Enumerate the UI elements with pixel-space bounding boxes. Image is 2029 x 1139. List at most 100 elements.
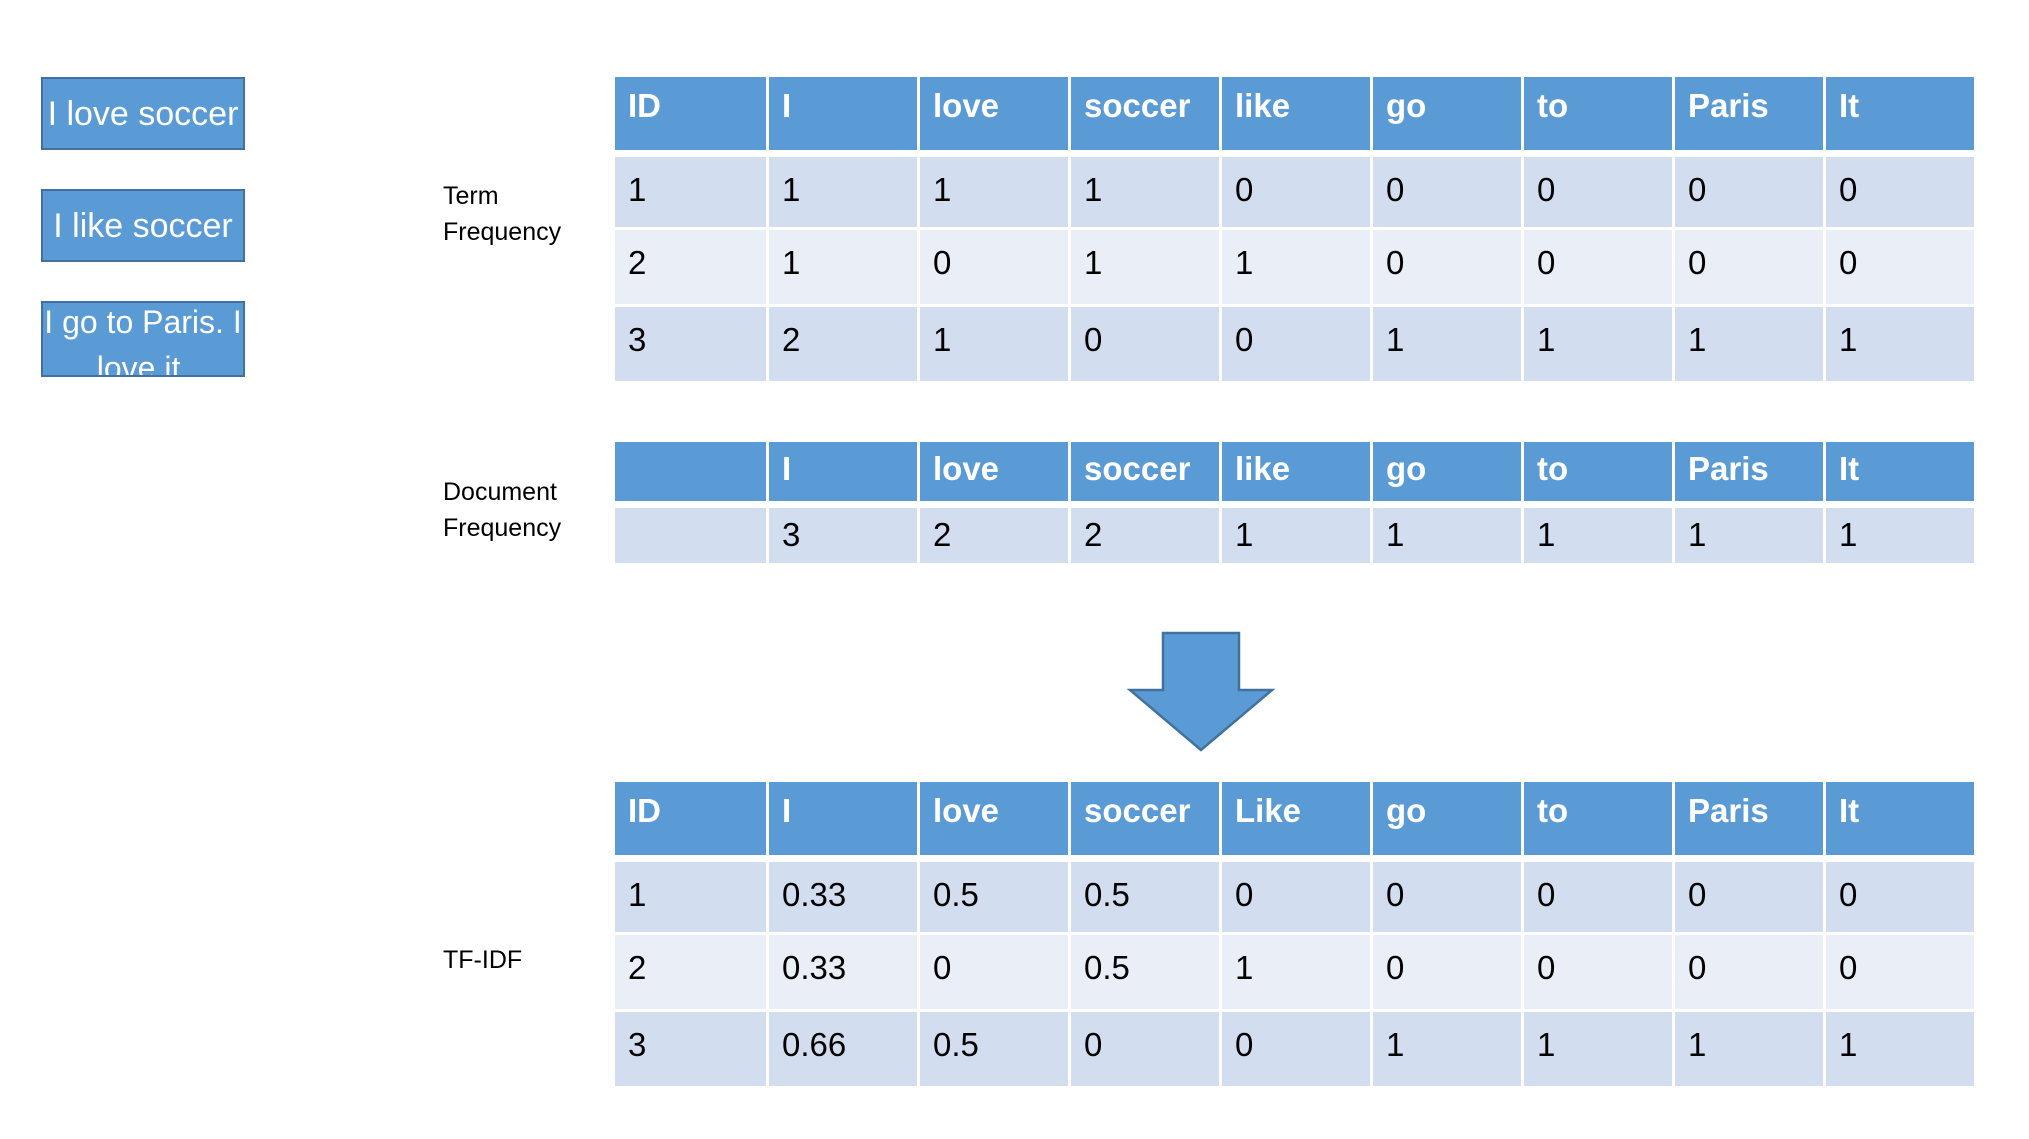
table-cell: 0 <box>1373 230 1521 304</box>
label-line: Frequency <box>443 514 562 542</box>
header-row: ID Ilove soccer Like go to Paris It <box>615 782 1974 855</box>
table-cell: 0 <box>1675 153 1823 227</box>
column-header: to <box>1524 77 1672 150</box>
table-cell: 0 <box>1373 153 1521 227</box>
table-cell: 1 <box>1826 307 1974 381</box>
document-box-3: I go to Paris. I love it. <box>41 301 245 377</box>
table-cell: 1 <box>1373 504 1521 563</box>
table-cell: 0 <box>1524 230 1672 304</box>
table-cell: 0 <box>1675 230 1823 304</box>
table-cell: 0 <box>1373 935 1521 1009</box>
column-header: It <box>1826 77 1974 150</box>
column-header: soccer <box>1071 77 1219 150</box>
label-line: Document <box>443 478 557 506</box>
table-cell: 2 <box>1071 504 1219 563</box>
down-arrow-icon <box>1126 631 1276 752</box>
tfidf-label: TF-IDF <box>443 946 523 974</box>
table-row: 3 0.66 0.5 0 0 1 1 1 1 <box>615 1012 1974 1086</box>
header-row: ID Ilove soccer like go to Paris It <box>615 77 1974 150</box>
table-cell: 0 <box>920 230 1068 304</box>
column-header: love <box>920 442 1068 501</box>
table-cell: 0 <box>1373 858 1521 932</box>
table-row: 1 0.33 0.5 0.5 0 0 0 0 0 <box>615 858 1974 932</box>
column-header: like <box>1222 442 1370 501</box>
column-header: go <box>1373 442 1521 501</box>
table-cell: 0 <box>1675 935 1823 1009</box>
table-cell <box>615 504 766 563</box>
column-header: Paris <box>1675 77 1823 150</box>
document-frequency-label: Document Frequency <box>443 474 561 546</box>
table-cell: 0 <box>1524 153 1672 227</box>
table-cell: 0 <box>920 935 1068 1009</box>
table-cell: 0 <box>1675 858 1823 932</box>
table-row: 210110000 <box>615 230 1974 304</box>
column-header <box>615 442 766 501</box>
column-header: go <box>1373 782 1521 855</box>
table-row: 32211111 <box>615 504 1974 563</box>
table-cell: 1 <box>769 230 917 304</box>
column-header: like <box>1222 77 1370 150</box>
column-header: ID <box>615 77 766 150</box>
column-header: It <box>1826 442 1974 501</box>
document-box-2: I like soccer <box>41 189 245 262</box>
table-cell: 3 <box>615 1012 766 1086</box>
table-cell: 1 <box>615 153 766 227</box>
document-text: I love soccer <box>47 94 239 133</box>
table-cell: 1 <box>1675 307 1823 381</box>
table-cell: 0 <box>1071 307 1219 381</box>
table-cell: 3 <box>615 307 766 381</box>
table-cell: 1 <box>1524 1012 1672 1086</box>
term-frequency-label: Term Frequency <box>443 178 561 250</box>
column-header: ID <box>615 782 766 855</box>
table-cell: 0 <box>1222 307 1370 381</box>
label-line: Term <box>443 182 499 210</box>
table-cell: 1 <box>1222 230 1370 304</box>
table-cell: 0 <box>1524 858 1672 932</box>
table-cell: 1 <box>1071 230 1219 304</box>
table-cell: 1 <box>1826 504 1974 563</box>
column-header: Paris <box>1675 782 1823 855</box>
table-cell: 2 <box>769 307 917 381</box>
document-frequency-table: Ilove soccer like go to Paris It 3 2 2 1 1 1 1 1 <box>612 439 1977 566</box>
column-header: Like <box>1222 782 1370 855</box>
document-text: I like soccer <box>53 206 233 245</box>
table-cell: 0 <box>1222 153 1370 227</box>
table-cell: 0.5 <box>1071 858 1219 932</box>
table-cell: 0.33 <box>769 858 917 932</box>
term-frequency-table: ID Ilove soccer like go to Paris It 1 1 1 1 0 0 0 0 0 2 1 0… <box>612 74 1977 384</box>
header-row: Ilove soccer like go to Paris It <box>615 442 1974 501</box>
table-cell: 0 <box>1826 230 1974 304</box>
document-box-1: I love soccer <box>41 77 245 150</box>
column-header: to <box>1524 782 1672 855</box>
column-header: love <box>920 77 1068 150</box>
table-cell: 0.5 <box>1071 935 1219 1009</box>
table-cell: 2 <box>615 230 766 304</box>
column-header: to <box>1524 442 1672 501</box>
table-cell: 1 <box>1524 504 1672 563</box>
table-row: 2 0.33 0 0.5 1 0 0 0 0 <box>615 935 1974 1009</box>
table-cell: 0.33 <box>769 935 917 1009</box>
table-cell: 1 <box>1675 1012 1823 1086</box>
table-cell: 2 <box>615 935 766 1009</box>
table-cell: 0 <box>1222 1012 1370 1086</box>
column-header: It <box>1826 782 1974 855</box>
table-cell: 0.5 <box>920 1012 1068 1086</box>
table-cell: 0 <box>1826 153 1974 227</box>
table-cell: 1 <box>1071 153 1219 227</box>
table-cell: 1 <box>1373 307 1521 381</box>
column-header: I <box>769 442 917 501</box>
column-header: love <box>920 782 1068 855</box>
column-header: I <box>769 782 917 855</box>
table-cell: 2 <box>920 504 1068 563</box>
column-header: Paris <box>1675 442 1823 501</box>
table-cell: 0 <box>1222 858 1370 932</box>
table-cell: 0.66 <box>769 1012 917 1086</box>
table-cell: 3 <box>769 504 917 563</box>
table-cell: 1 <box>1222 504 1370 563</box>
table-cell: 1 <box>920 153 1068 227</box>
table-cell: 1 <box>1222 935 1370 1009</box>
table-cell: 1 <box>1826 1012 1974 1086</box>
table-cell: 1 <box>920 307 1068 381</box>
table-cell: 0 <box>1071 1012 1219 1086</box>
tfidf-table: ID Ilove soccer Like go to Paris It 1 0.33 0.5 0.5 0… <box>612 779 1977 1089</box>
